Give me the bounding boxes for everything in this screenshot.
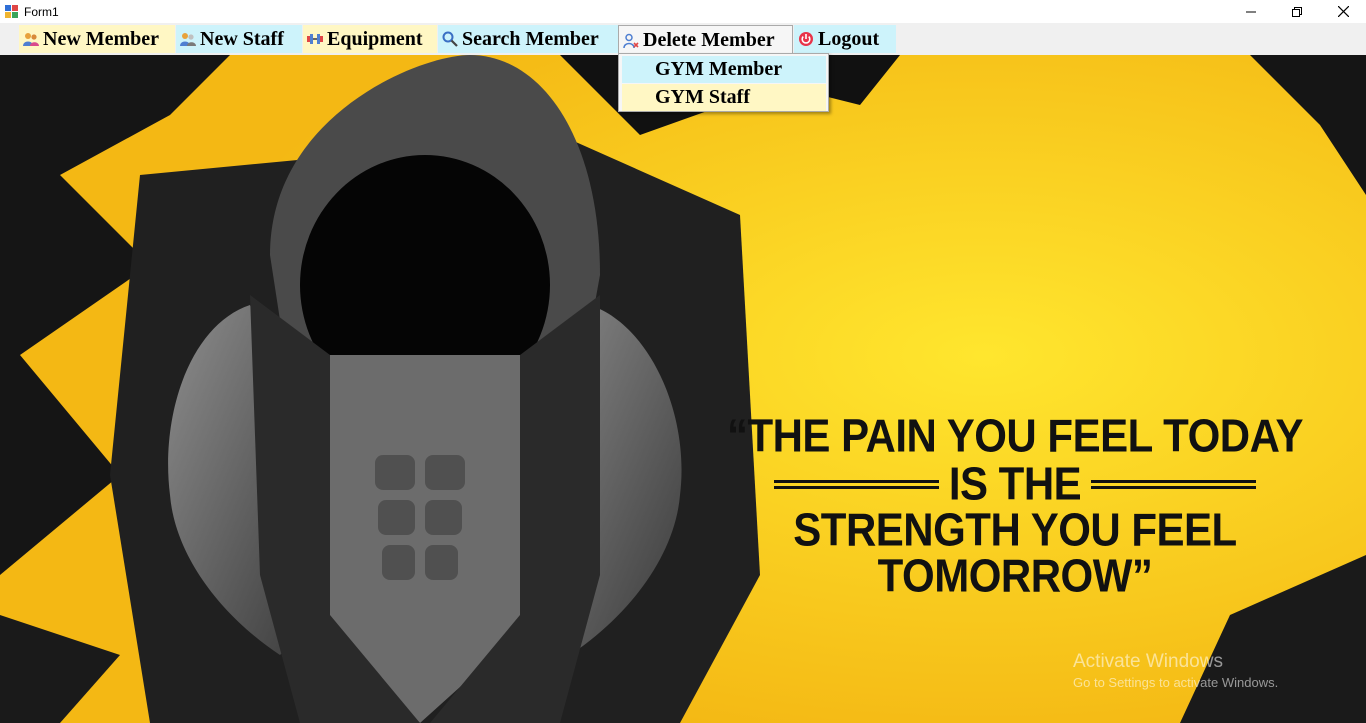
close-icon [1337,6,1349,17]
menu-label: Delete Member [643,29,775,51]
minimize-button[interactable] [1228,0,1274,23]
close-button[interactable] [1320,0,1366,23]
watermark-subtitle: Go to Settings to activate Windows. [1073,675,1279,690]
menu-search-member[interactable]: Search Member [438,25,618,53]
menu-label: Equipment [327,27,423,50]
quote-line-2-row: IS THE [720,457,1310,510]
menu-equipment[interactable]: Equipment [303,25,437,53]
menu-label: New Staff [200,27,284,50]
activate-windows-watermark: Activate Windows Go to Settings to activ… [1073,651,1278,690]
dumbbell-icon [307,34,323,44]
quote-line-3: STRENGTH YOU FEEL TOMORROW” [793,503,1237,602]
motivational-quote: “THE PAIN YOU FEEL TODAY IS THE STRENGTH… [720,409,1310,598]
dropdown-gym-member[interactable]: GYM Member [622,56,826,83]
menu-label: Search Member [462,27,599,50]
dropdown-gym-staff[interactable]: GYM Staff [622,84,826,111]
delete-user-icon [623,33,639,48]
delete-member-dropdown: GYM Member GYM Staff [618,53,829,112]
menu-new-member[interactable]: New Member [19,25,175,53]
quote-line-1: “THE PAIN YOU FEEL TODAY [726,409,1304,462]
restore-button[interactable] [1274,0,1320,23]
users-icon [23,33,39,46]
poster-artwork [0,55,1366,723]
app-icon [5,4,19,19]
divider [773,479,939,489]
menu-label: New Member [43,27,160,50]
background-poster: “THE PAIN YOU FEEL TODAY IS THE STRENGTH… [0,55,1366,723]
menu-new-staff[interactable]: New Staff [176,25,302,53]
menu-label: Logout [818,27,880,50]
search-icon [442,31,458,47]
quote-line-2: IS THE [948,457,1082,510]
menu-delete-member[interactable]: Delete Member [618,25,793,55]
menu-logout[interactable]: Logout [794,25,896,53]
staff-icon [180,33,196,46]
window-title: Form1 [24,4,59,19]
minimize-icon [1246,11,1256,12]
restore-icon [1292,6,1302,17]
menu-strip: New Member New Staff Equipment Search Me… [0,23,1366,55]
title-bar: Form1 [0,0,1366,23]
watermark-title: Activate Windows [1073,651,1223,672]
divider [1091,479,1257,489]
power-icon [799,32,813,46]
